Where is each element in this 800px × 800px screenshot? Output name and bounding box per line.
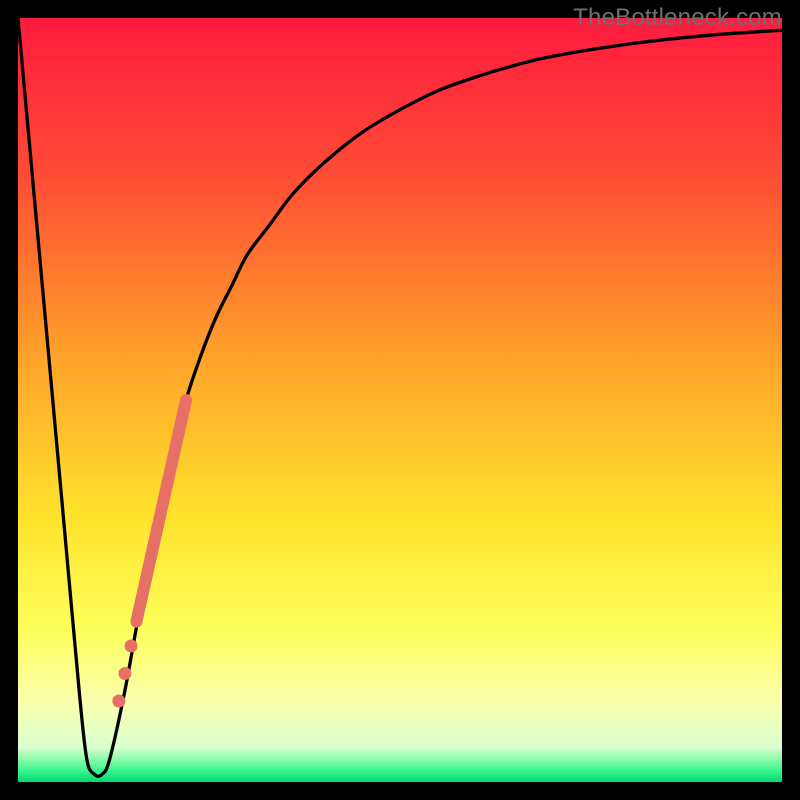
highlight-dot [125, 640, 138, 653]
bottleneck-plot [18, 18, 782, 782]
plot-background [18, 18, 782, 782]
highlight-dot [112, 695, 125, 708]
chart-frame: TheBottleneck.com [0, 0, 800, 800]
highlight-dot [118, 667, 131, 680]
watermark-text: TheBottleneck.com [573, 4, 782, 32]
